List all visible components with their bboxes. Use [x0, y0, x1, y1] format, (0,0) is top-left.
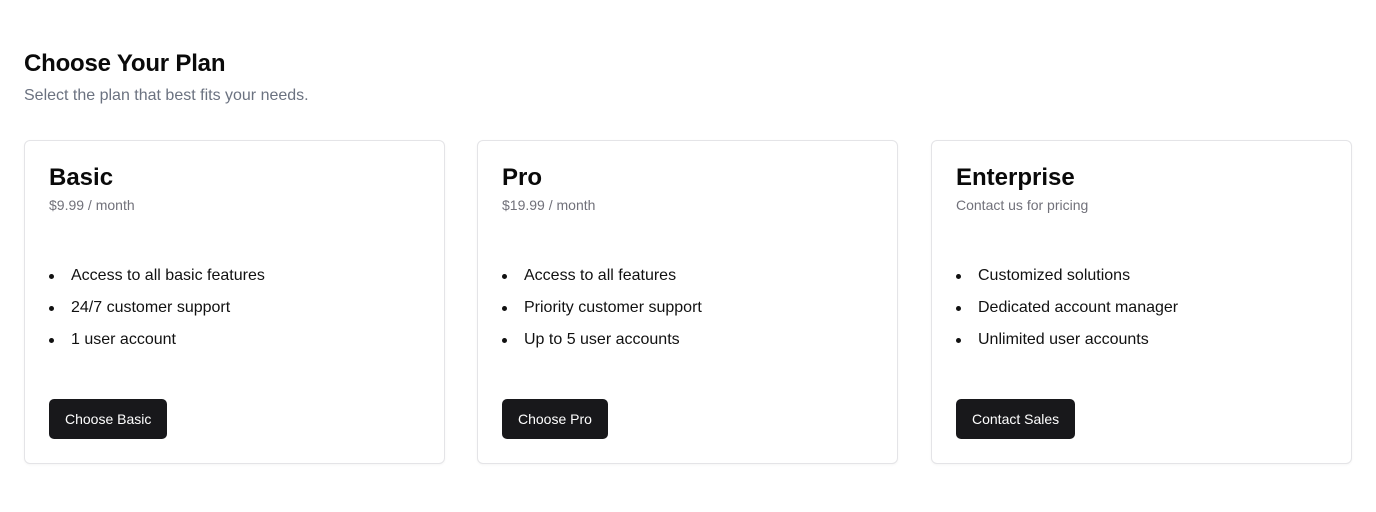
choose-pro-button[interactable]: Choose Pro: [502, 399, 608, 439]
bullet-icon: [49, 306, 54, 311]
plan-card-enterprise: Enterprise Contact us for pricing Custom…: [931, 140, 1352, 464]
plan-name: Basic: [49, 164, 114, 191]
feature-label: Access to all basic features: [71, 267, 265, 284]
bullet-icon: [502, 306, 507, 311]
bullet-icon: [502, 274, 507, 279]
feature-label: 24/7 customer support: [71, 299, 231, 316]
plan-price: Contact us for pricing: [956, 197, 1089, 213]
feature-label: Access to all features: [524, 267, 677, 284]
page-subtitle: Select the plan that best fits your need…: [24, 87, 309, 104]
plan-name: Pro: [502, 164, 543, 191]
feature-item: Access to all features: [502, 265, 702, 297]
feature-label: Dedicated account manager: [978, 299, 1179, 316]
bullet-icon: [49, 338, 54, 343]
plan-name: Enterprise: [956, 164, 1075, 191]
plan-cards: Basic $9.99 / month Access to all basic …: [24, 140, 1352, 464]
feature-list: Customized solutions Dedicated account m…: [956, 265, 1178, 361]
feature-item: Access to all basic features: [49, 265, 265, 297]
bullet-icon: [956, 306, 961, 311]
contact-sales-button[interactable]: Contact Sales: [956, 399, 1076, 439]
feature-label: Customized solutions: [978, 267, 1131, 284]
bullet-icon: [956, 274, 961, 279]
plan-price: $9.99 / month: [49, 197, 135, 213]
choose-basic-button[interactable]: Choose Basic: [49, 399, 168, 439]
feature-list: Access to all basic features 24/7 custom…: [49, 265, 265, 361]
bullet-icon: [956, 338, 961, 343]
feature-label: Unlimited user accounts: [978, 331, 1149, 348]
feature-list: Access to all features Priority customer…: [502, 265, 702, 361]
feature-item: Unlimited user accounts: [956, 329, 1178, 361]
plan-price: $19.99 / month: [502, 197, 596, 213]
feature-label: Priority customer support: [524, 299, 702, 316]
plan-card-basic: Basic $9.99 / month Access to all basic …: [24, 140, 445, 464]
bullet-icon: [49, 274, 54, 279]
feature-item: Dedicated account manager: [956, 297, 1178, 329]
feature-item: 1 user account: [49, 329, 265, 361]
feature-item: 24/7 customer support: [49, 297, 265, 329]
plan-card-pro: Pro $19.99 / month Access to all feature…: [477, 140, 898, 464]
feature-item: Priority customer support: [502, 297, 702, 329]
feature-label: 1 user account: [71, 331, 176, 348]
feature-item: Up to 5 user accounts: [502, 329, 702, 361]
page-title: Choose Your Plan: [24, 50, 226, 77]
feature-label: Up to 5 user accounts: [524, 331, 680, 348]
feature-item: Customized solutions: [956, 265, 1178, 297]
bullet-icon: [502, 338, 507, 343]
